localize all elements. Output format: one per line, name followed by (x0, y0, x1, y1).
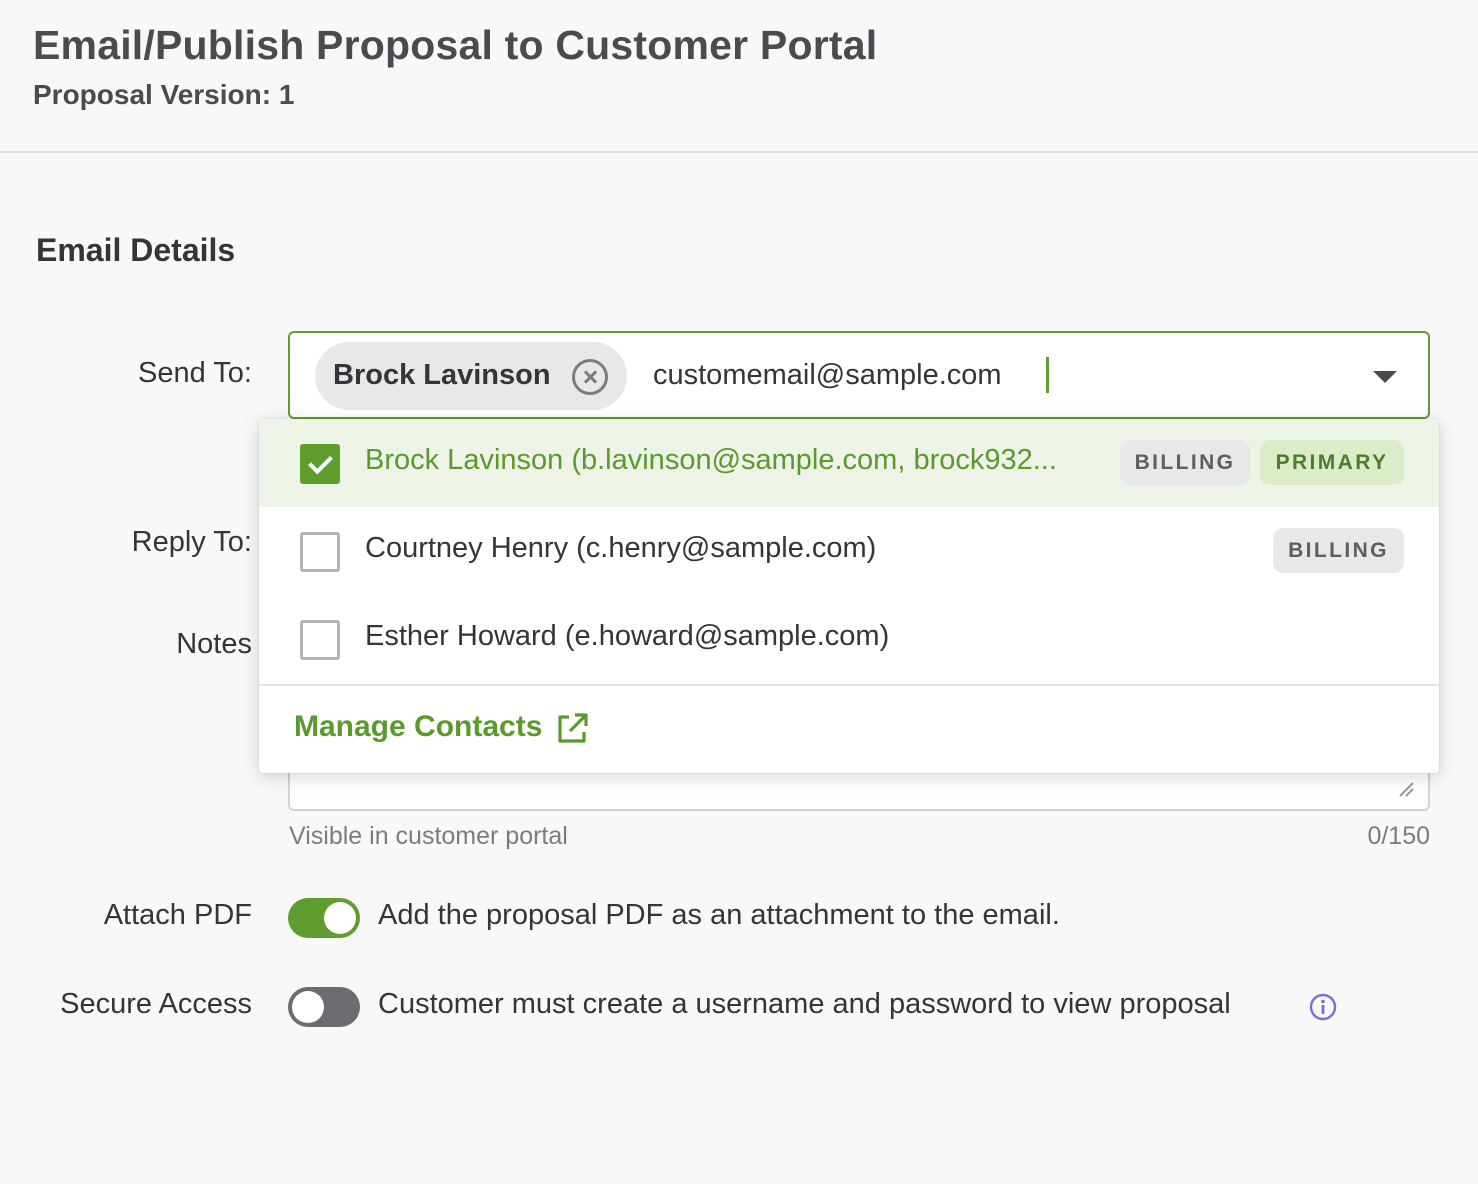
menu-divider (259, 684, 1439, 686)
secure-access-label: Secure Access (60, 988, 252, 1020)
secure-access-toggle[interactable] (288, 987, 360, 1027)
contact-checkbox[interactable] (300, 532, 340, 572)
attach-pdf-label: Attach PDF (103, 899, 252, 931)
contact-checkbox[interactable] (300, 620, 340, 660)
recipient-chip-label: Brock Lavinson (333, 359, 551, 391)
contact-checkbox[interactable] (300, 444, 340, 484)
contacts-dropdown: Brock Lavinson (b.lavinson@sample.com, b… (259, 419, 1439, 773)
contact-option[interactable]: Courtney Henry (c.henry@sample.com) BILL… (259, 507, 1439, 595)
contact-option[interactable]: Esther Howard (e.howard@sample.com) (259, 595, 1439, 683)
contact-option-label: Courtney Henry (c.henry@sample.com) (365, 532, 877, 564)
manage-contacts-link[interactable]: Manage Contacts (294, 710, 542, 744)
proposal-version: Proposal Version: 1 (33, 79, 295, 110)
attach-pdf-description: Add the proposal PDF as an attachment to… (378, 899, 1060, 931)
contact-option[interactable]: Brock Lavinson (b.lavinson@sample.com, b… (259, 419, 1439, 507)
recipient-chip: Brock Lavinson (315, 342, 627, 410)
toggle-knob (324, 902, 356, 934)
page-header: Email/Publish Proposal to Customer Porta… (0, 0, 1478, 153)
attach-pdf-toggle[interactable] (288, 898, 360, 938)
notes-char-counter: 0/150 (1367, 822, 1430, 850)
remove-recipient-icon[interactable] (572, 359, 608, 395)
page-title: Email/Publish Proposal to Customer Porta… (33, 22, 878, 68)
chevron-down-icon[interactable] (1373, 371, 1397, 383)
section-title-email-details: Email Details (36, 232, 236, 268)
notes-hint: Visible in customer portal (289, 822, 568, 850)
notes-label: Notes (176, 628, 252, 660)
text-cursor (1046, 357, 1049, 393)
toggle-knob (292, 991, 324, 1023)
external-link-icon[interactable] (555, 712, 589, 746)
send-to-typed-text: customemail@sample.com (653, 359, 1002, 391)
contact-option-label: Brock Lavinson (b.lavinson@sample.com, b… (365, 444, 1057, 476)
billing-tag: BILLING (1273, 528, 1404, 573)
billing-tag: BILLING (1120, 440, 1250, 485)
send-to-label: Send To: (138, 357, 252, 389)
primary-tag: PRIMARY (1260, 440, 1404, 485)
reply-to-label: Reply To: (131, 526, 252, 558)
contact-option-label: Esther Howard (e.howard@sample.com) (365, 620, 890, 652)
info-icon[interactable] (1309, 993, 1337, 1021)
secure-access-description: Customer must create a username and pass… (378, 988, 1231, 1020)
send-to-input[interactable]: Brock Lavinson customemail@sample.com (288, 331, 1430, 419)
resize-handle-icon[interactable] (1396, 779, 1416, 799)
